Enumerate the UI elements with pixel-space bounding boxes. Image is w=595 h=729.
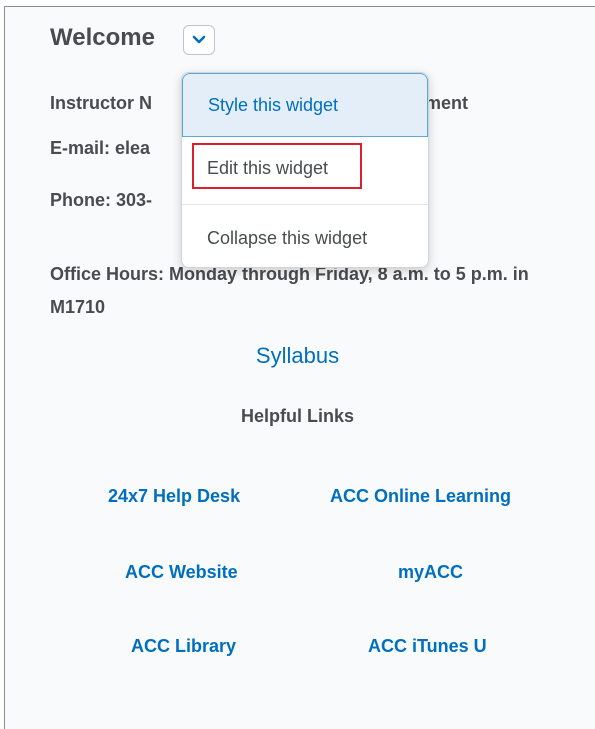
widget-menu-button[interactable] (183, 25, 215, 55)
syllabus-link[interactable]: Syllabus (0, 343, 595, 369)
link-acc-library[interactable]: ACC Library (131, 636, 236, 657)
link-itunes-u[interactable]: ACC iTunes U (368, 636, 487, 657)
menu-item-style-widget[interactable]: Style this widget (182, 73, 428, 137)
menu-item-edit-widget[interactable]: Edit this widget (182, 143, 428, 194)
instructor-phone: Phone: 303- (50, 190, 153, 210)
widget-title: Welcome (50, 24, 155, 51)
instructor-name: Instructor N ment (50, 93, 469, 113)
link-online-learning[interactable]: ACC Online Learning (330, 486, 511, 507)
instructor-email: E-mail: elea (50, 138, 151, 158)
widget-menu-dropdown: Style this widget Edit this widget Colla… (181, 72, 429, 268)
link-myacc[interactable]: myACC (398, 562, 463, 583)
menu-divider (182, 204, 428, 205)
link-acc-website[interactable]: ACC Website (125, 562, 238, 583)
chevron-down-icon (192, 35, 206, 44)
menu-item-collapse-widget[interactable]: Collapse this widget (182, 212, 428, 264)
link-help-desk[interactable]: 24x7 Help Desk (108, 486, 240, 507)
helpful-links-heading: Helpful Links (240, 406, 354, 426)
instructor-name-suffix: ment (425, 93, 469, 113)
